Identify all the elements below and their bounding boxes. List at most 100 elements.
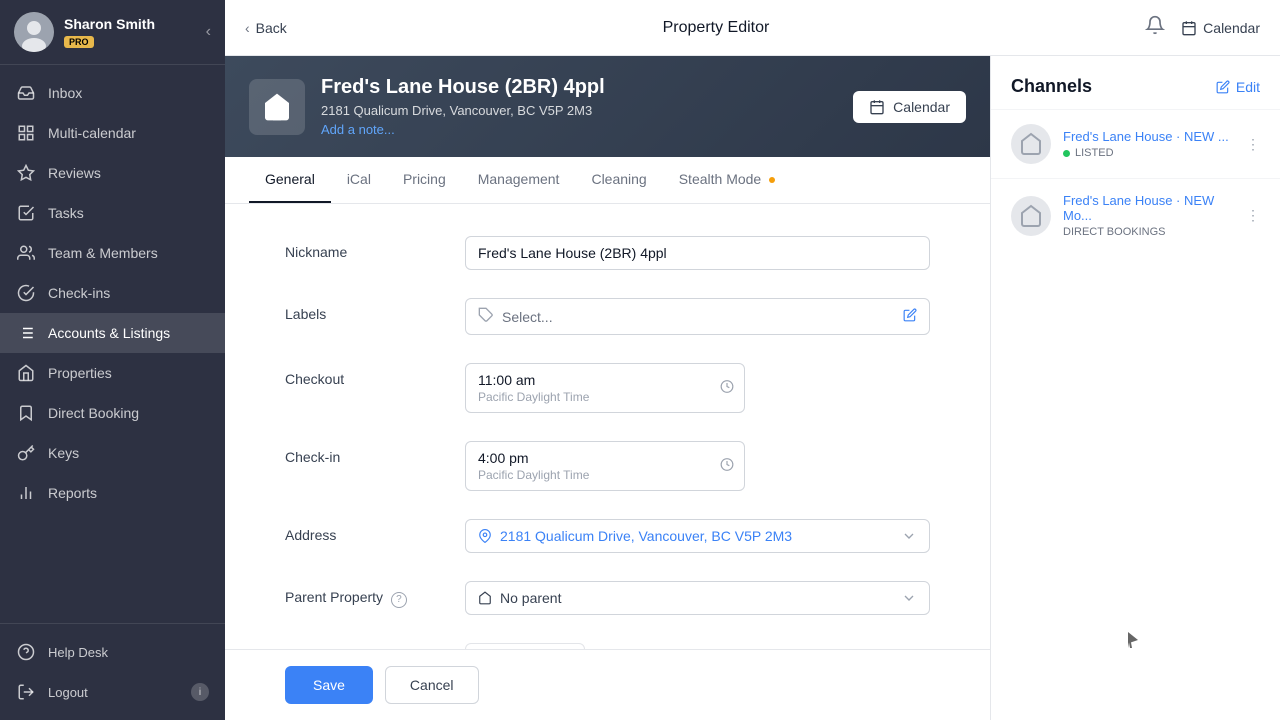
sidebar-item-keys[interactable]: Keys	[0, 433, 225, 473]
parent-property-label: Parent Property ?	[285, 581, 465, 608]
channels-edit-label: Edit	[1236, 79, 1260, 95]
key-icon	[16, 443, 36, 463]
checkout-timezone: Pacific Daylight Time	[478, 390, 732, 404]
topbar-calendar-button[interactable]: Calendar	[1181, 20, 1260, 36]
bar-chart-icon	[16, 483, 36, 503]
sidebar-item-reviews[interactable]: Reviews	[0, 153, 225, 193]
tab-pricing[interactable]: Pricing	[387, 157, 462, 203]
property-name: Fred's Lane House (2BR) 4ppl	[321, 76, 837, 99]
stealth-mode-dot	[769, 177, 775, 183]
checkin-field[interactable]: 4:00 pm Pacific Daylight Time	[465, 441, 745, 491]
tabs: General iCal Pricing Management Cleaning…	[225, 157, 990, 204]
calendar-grid-icon	[16, 123, 36, 143]
channels-title: Channels	[1011, 76, 1092, 97]
channel-item-0[interactable]: Fred's Lane House · NEW ... LISTED ⋮	[991, 109, 1280, 178]
address-button[interactable]: 2181 Qualicum Drive, Vancouver, BC V5P 2…	[465, 519, 930, 553]
chevron-down-icon	[901, 528, 917, 544]
tab-stealth-mode[interactable]: Stealth Mode	[663, 157, 791, 203]
clock-icon	[720, 380, 734, 397]
sidebar-item-tasks[interactable]: Tasks	[0, 193, 225, 233]
checkin-label: Check-in	[285, 441, 465, 465]
sidebar-item-label: Inbox	[48, 85, 82, 101]
tab-management[interactable]: Management	[462, 157, 576, 203]
labels-select[interactable]: Select...	[465, 298, 930, 335]
tab-general[interactable]: General	[249, 157, 331, 203]
sidebar-item-label: Accounts & Listings	[48, 325, 170, 341]
channel-status-0: LISTED	[1063, 147, 1234, 159]
nickname-input[interactable]	[465, 236, 930, 270]
sidebar-item-logout[interactable]: Logout i	[0, 672, 225, 712]
user-profile[interactable]: Sharon Smith PRO ‹	[0, 0, 225, 65]
parent-property-row: Parent Property ? No parent	[285, 581, 930, 615]
sidebar-item-accounts[interactable]: Accounts & Listings	[0, 313, 225, 353]
checkin-time: 4:00 pm	[478, 450, 732, 466]
topbar-actions: Calendar	[1145, 15, 1260, 40]
sidebar-item-label: Keys	[48, 445, 79, 461]
channels-panel: Channels Edit Fred's Lane House · NEW ..…	[990, 56, 1280, 720]
property-info: Fred's Lane House (2BR) 4ppl 2181 Qualic…	[321, 76, 837, 137]
channel-more-icon-1[interactable]: ⋮	[1246, 207, 1260, 224]
channel-info-1: Fred's Lane House · NEW Mo... DIRECT BOO…	[1063, 193, 1234, 238]
inbox-icon	[16, 83, 36, 103]
page-title: Property Editor	[287, 19, 1145, 37]
topbar: ‹ Back Property Editor Calendar	[225, 0, 1280, 56]
tab-ical[interactable]: iCal	[331, 157, 387, 203]
sidebar-collapse-icon[interactable]: ‹	[206, 23, 211, 41]
check-circle-icon	[16, 283, 36, 303]
form-footer: Save Cancel	[225, 649, 990, 720]
channel-info-0: Fred's Lane House · NEW ... LISTED	[1063, 129, 1234, 159]
check-square-icon	[16, 203, 36, 223]
avatar	[14, 12, 54, 52]
sidebar-item-checkins[interactable]: Check-ins	[0, 273, 225, 313]
address-row: Address 2181 Qualicum Drive, Vancouver, …	[285, 519, 930, 553]
checkin-timezone: Pacific Daylight Time	[478, 468, 732, 482]
add-note-link[interactable]: Add a note...	[321, 122, 837, 137]
checkout-field[interactable]: 11:00 am Pacific Daylight Time	[465, 363, 745, 413]
checkin-row: Check-in 4:00 pm Pacific Daylight Time	[285, 441, 930, 491]
sidebar-item-properties[interactable]: Properties	[0, 353, 225, 393]
message-templates-control: Customize	[465, 643, 930, 649]
sidebar-item-direct-booking[interactable]: Direct Booking	[0, 393, 225, 433]
labels-placeholder: Select...	[502, 309, 553, 325]
labels-edit-icon	[903, 308, 917, 325]
tab-cleaning[interactable]: Cleaning	[575, 157, 662, 203]
property-calendar-label: Calendar	[893, 99, 950, 115]
channel-more-icon-0[interactable]: ⋮	[1246, 136, 1260, 153]
sidebar-item-reports[interactable]: Reports	[0, 473, 225, 513]
channel-name-0: Fred's Lane House · NEW ...	[1063, 129, 1234, 144]
sidebar-item-label: Reports	[48, 485, 97, 501]
sidebar-item-label: Reviews	[48, 165, 101, 181]
sidebar-item-inbox[interactable]: Inbox	[0, 73, 225, 113]
property-panel: Fred's Lane House (2BR) 4ppl 2181 Qualic…	[225, 56, 990, 720]
sidebar-item-team[interactable]: Team & Members	[0, 233, 225, 273]
channel-status-1: DIRECT BOOKINGS	[1063, 226, 1234, 238]
nickname-control	[465, 236, 930, 270]
property-calendar-button[interactable]: Calendar	[853, 91, 966, 123]
labels-row: Labels Select...	[285, 298, 930, 335]
address-label: Address	[285, 519, 465, 543]
save-button[interactable]: Save	[285, 666, 373, 704]
home-icon	[16, 363, 36, 383]
channel-item-1[interactable]: Fred's Lane House · NEW Mo... DIRECT BOO…	[991, 178, 1280, 252]
topbar-calendar-label: Calendar	[1203, 20, 1260, 36]
channels-edit-button[interactable]: Edit	[1216, 79, 1260, 95]
notification-bell-icon[interactable]	[1145, 15, 1165, 40]
sidebar-bottom: Help Desk Logout i	[0, 623, 225, 720]
checkout-time: 11:00 am	[478, 372, 732, 388]
parent-property-control: No parent	[465, 581, 930, 615]
sidebar-item-label: Properties	[48, 365, 112, 381]
bookmark-icon	[16, 403, 36, 423]
status-dot-0	[1063, 150, 1070, 157]
checkin-control: 4:00 pm Pacific Daylight Time	[465, 441, 930, 491]
message-templates-label: Message Templates	[285, 643, 465, 649]
parent-property-button[interactable]: No parent	[465, 581, 930, 615]
customize-button[interactable]: Customize	[465, 643, 585, 649]
cancel-button[interactable]: Cancel	[385, 666, 479, 704]
clock-icon-2	[720, 458, 734, 475]
sidebar-item-label: Logout	[48, 685, 88, 700]
back-button[interactable]: ‹ Back	[245, 20, 287, 36]
sidebar-item-help[interactable]: Help Desk	[0, 632, 225, 672]
sidebar-item-multi-calendar[interactable]: Multi-calendar	[0, 113, 225, 153]
star-icon	[16, 163, 36, 183]
pro-badge: PRO	[64, 36, 94, 48]
